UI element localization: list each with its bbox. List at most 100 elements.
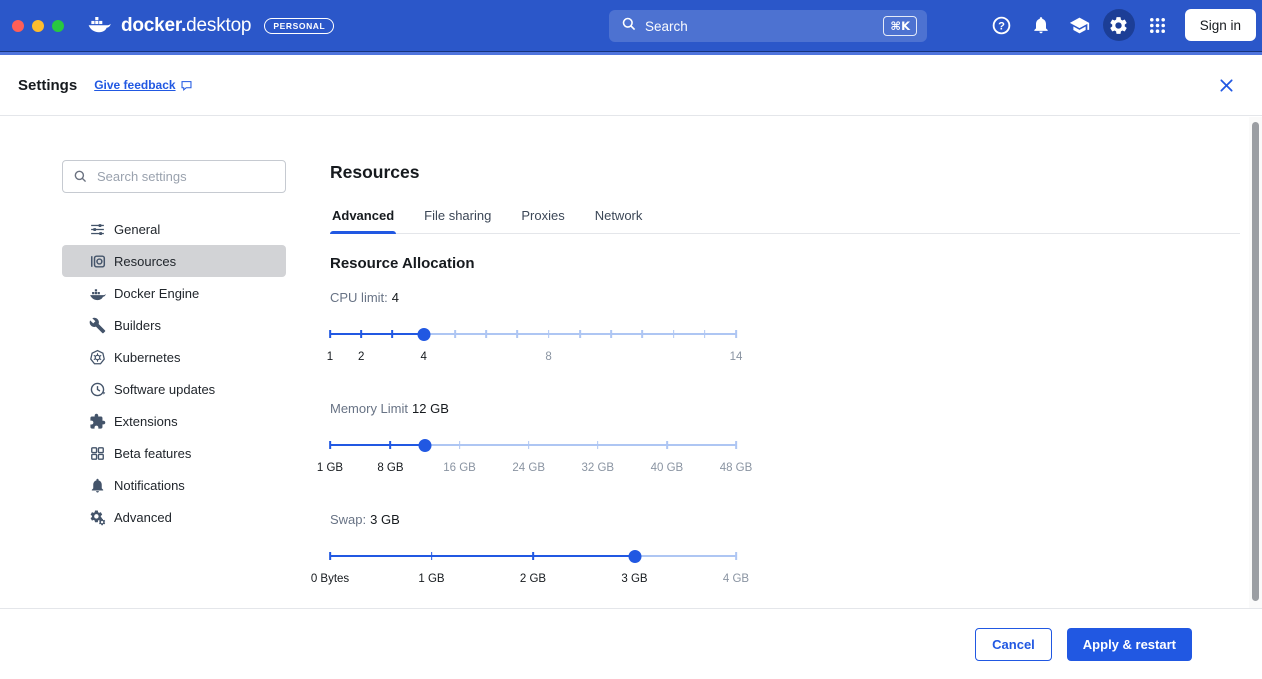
sidebar-item-label: Beta features: [114, 446, 191, 461]
tab-file-sharing[interactable]: File sharing: [422, 208, 493, 233]
slider-tick: [454, 330, 456, 338]
slider-tick: [459, 441, 461, 449]
memory-limit-tick-labels: 1 GB8 GB16 GB24 GB32 GB40 GB48 GB: [330, 462, 736, 477]
sidebar-item-advanced[interactable]: Advanced: [62, 501, 286, 533]
settings-search-input[interactable]: [97, 169, 275, 184]
clock-update-icon: [88, 380, 106, 398]
slider-tick: [532, 552, 534, 560]
settings-button[interactable]: [1103, 9, 1135, 41]
slider-fill: [330, 333, 424, 336]
bell-icon: [88, 476, 106, 494]
sidebar-item-notifications[interactable]: Notifications: [62, 469, 286, 501]
tick-label: 48 GB: [720, 462, 753, 474]
search-icon: [73, 169, 88, 184]
give-feedback-link[interactable]: Give feedback: [94, 78, 192, 92]
notifications-button[interactable]: [1025, 9, 1057, 41]
sidebar-item-kubernetes[interactable]: Kubernetes: [62, 341, 286, 373]
window-minimize-button[interactable]: [32, 20, 44, 32]
sidebar-item-general[interactable]: General: [62, 213, 286, 245]
tab-network[interactable]: Network: [593, 208, 645, 233]
page-title: Settings: [18, 77, 77, 94]
close-settings-button[interactable]: [1214, 73, 1238, 97]
slider-fill: [330, 444, 425, 447]
swap-group: Swap:3 GB0 Bytes1 GB2 GB3 GB4 GB: [330, 512, 736, 588]
slider-thumb[interactable]: [419, 439, 432, 452]
slider-tick: [548, 330, 550, 338]
resource-sliders: CPU limit:4124814Memory Limit12 GB1 GB8 …: [330, 290, 736, 588]
titlebar-actions: ? Sign in: [986, 9, 1256, 41]
docker-desktop-window: docker.desktop PERSONAL ⌘K ?: [0, 0, 1262, 679]
tick-label: 3 GB: [621, 573, 647, 585]
tick-label: 4: [421, 351, 427, 363]
tab-advanced[interactable]: Advanced: [330, 208, 396, 233]
slider-thumb[interactable]: [417, 328, 430, 341]
slider-tick: [641, 330, 643, 338]
slider-tick: [360, 330, 362, 338]
learning-center-button[interactable]: [1064, 9, 1096, 41]
global-search-input[interactable]: [645, 19, 875, 34]
settings-content: General Resources Docker Engine Builders Kub…: [0, 116, 1262, 608]
graduation-cap-icon: [1069, 15, 1090, 36]
gear-icon: [1108, 15, 1129, 36]
feedback-bubble-icon: [180, 79, 193, 92]
settings-nav: General Resources Docker Engine Builders Kub…: [62, 213, 286, 533]
slider-tick: [392, 330, 394, 338]
settings-sidebar: General Resources Docker Engine Builders Kub…: [62, 160, 286, 533]
slider-tick: [673, 330, 675, 338]
sidebar-item-label: Resources: [114, 254, 176, 269]
sidebar-item-docker-engine[interactable]: Docker Engine: [62, 277, 286, 309]
settings-header: Settings Give feedback: [0, 55, 1262, 116]
sidebar-item-label: Notifications: [114, 478, 185, 493]
slider-tick: [597, 441, 599, 449]
search-shortcut-badge: ⌘K: [883, 16, 917, 36]
sliders-icon: [88, 220, 106, 238]
wrench-icon: [88, 316, 106, 334]
slider-caption: Memory Limit: [330, 401, 408, 416]
window-close-button[interactable]: [12, 20, 24, 32]
tab-proxies[interactable]: Proxies: [519, 208, 566, 233]
sidebar-item-label: Extensions: [114, 414, 178, 429]
cpu-limit-group: CPU limit:4124814: [330, 290, 736, 366]
settings-search[interactable]: [62, 160, 286, 193]
cpu-limit-label: CPU limit:4: [330, 290, 736, 305]
slider-thumb[interactable]: [628, 550, 641, 563]
tick-label: 32 GB: [581, 462, 614, 474]
sign-in-button[interactable]: Sign in: [1185, 9, 1256, 41]
squares-icon: [88, 444, 106, 462]
kubernetes-icon: [88, 348, 106, 366]
slider-tick: [579, 330, 581, 338]
slider-tick: [666, 441, 668, 449]
apps-menu-button[interactable]: [1142, 9, 1174, 41]
titlebar: docker.desktop PERSONAL ⌘K ?: [0, 0, 1262, 51]
resources-tabs: Advanced File sharing Proxies Network: [330, 208, 1240, 234]
sidebar-item-software-updates[interactable]: Software updates: [62, 373, 286, 405]
slider-tick: [329, 330, 331, 338]
scrollbar-thumb[interactable]: [1252, 122, 1259, 601]
puzzle-icon: [88, 412, 106, 430]
help-button[interactable]: ?: [986, 9, 1018, 41]
tick-label: 4 GB: [723, 573, 749, 585]
sidebar-item-label: Advanced: [114, 510, 172, 525]
tick-label: 2: [358, 351, 364, 363]
plan-badge: PERSONAL: [264, 18, 334, 34]
cancel-button[interactable]: Cancel: [975, 628, 1052, 661]
sidebar-item-label: Docker Engine: [114, 286, 199, 301]
slider-tick: [528, 441, 530, 449]
window-zoom-button[interactable]: [52, 20, 64, 32]
swap-slider[interactable]: [330, 549, 736, 563]
tick-label: 1 GB: [317, 462, 343, 474]
sidebar-item-label: Builders: [114, 318, 161, 333]
apply-restart-button[interactable]: Apply & restart: [1067, 628, 1192, 661]
global-search[interactable]: ⌘K: [609, 10, 927, 42]
memory-limit-slider[interactable]: [330, 438, 736, 452]
cpu-limit-slider[interactable]: [330, 327, 736, 341]
sidebar-item-builders[interactable]: Builders: [62, 309, 286, 341]
sidebar-item-extensions[interactable]: Extensions: [62, 405, 286, 437]
swap-tick-labels: 0 Bytes1 GB2 GB3 GB4 GB: [330, 573, 736, 588]
tick-label: 2 GB: [520, 573, 546, 585]
sidebar-item-beta-features[interactable]: Beta features: [62, 437, 286, 469]
slider-tick: [329, 552, 331, 560]
meter-icon: [88, 252, 106, 270]
sidebar-item-resources[interactable]: Resources: [62, 245, 286, 277]
slider-tick: [704, 330, 706, 338]
